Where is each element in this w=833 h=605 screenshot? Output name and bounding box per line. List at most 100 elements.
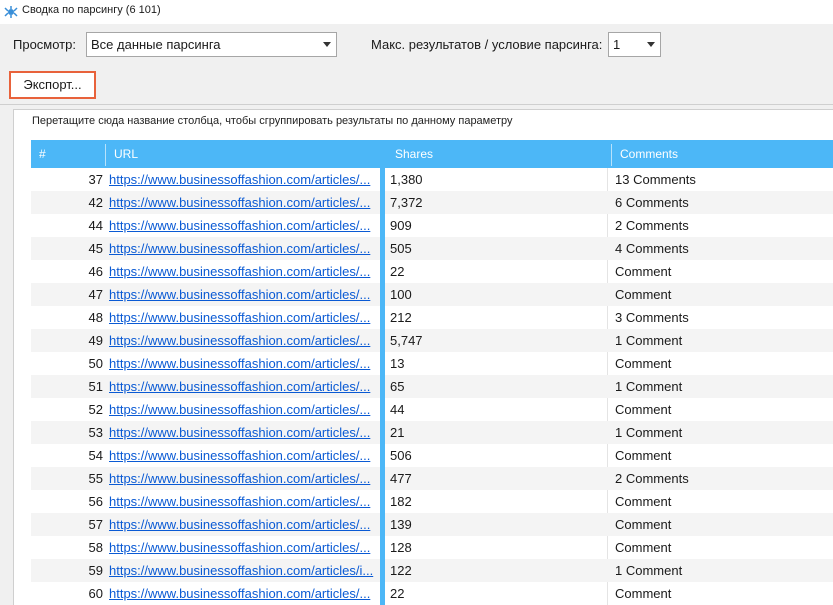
table-row[interactable]: 44 https://www.businessoffashion.com/arti… xyxy=(31,214,833,237)
url-link[interactable]: https://www.businessoffashion.com/articl… xyxy=(109,379,379,394)
comments-value: Comment xyxy=(615,494,672,509)
url-link[interactable]: https://www.businessoffashion.com/articl… xyxy=(109,264,379,279)
url-link[interactable]: https://www.businessoffashion.com/articl… xyxy=(109,563,379,578)
url-link[interactable]: https://www.businessoffashion.com/articl… xyxy=(109,172,379,187)
shares-value: 505 xyxy=(390,241,412,256)
url-link[interactable]: https://www.businessoffashion.com/articl… xyxy=(109,517,379,532)
url-link[interactable]: https://www.businessoffashion.com/articl… xyxy=(109,402,379,417)
table-row[interactable]: 54 https://www.businessoffashion.com/arti… xyxy=(31,444,833,467)
row-number: 47 xyxy=(88,287,103,302)
url-link[interactable]: https://www.businessoffashion.com/articl… xyxy=(109,310,379,325)
row-number: 58 xyxy=(88,540,103,555)
title-bar: Сводка по парсингу (6 101) xyxy=(0,0,833,24)
window-title: Сводка по парсингу (6 101) xyxy=(22,4,161,16)
toolbar-divider xyxy=(0,104,833,105)
table-row[interactable]: 51 https://www.businessoffashion.com/arti… xyxy=(31,375,833,398)
url-link[interactable]: https://www.businessoffashion.com/articl… xyxy=(109,333,379,348)
table-row[interactable]: 47 https://www.businessoffashion.com/arti… xyxy=(31,283,833,306)
url-link[interactable]: https://www.businessoffashion.com/articl… xyxy=(109,287,379,302)
comments-value: 1 Comment xyxy=(615,425,683,440)
comments-value: 2 Comments xyxy=(615,218,689,233)
table-row[interactable]: 42 https://www.businessoffashion.com/arti… xyxy=(31,191,833,214)
column-header-number[interactable]: # xyxy=(39,140,46,168)
table-row[interactable]: 50 https://www.businessoffashion.com/arti… xyxy=(31,352,833,375)
table-row[interactable]: 55 https://www.businessoffashion.com/arti… xyxy=(31,467,833,490)
shares-value: 139 xyxy=(390,517,412,532)
comments-value: 1 Comment xyxy=(615,379,683,394)
comments-value: 3 Comments xyxy=(615,310,689,325)
row-number: 42 xyxy=(88,195,103,210)
url-link[interactable]: https://www.businessoffashion.com/articl… xyxy=(109,494,379,509)
comments-value: 1 Comment xyxy=(615,563,683,578)
row-number: 60 xyxy=(88,586,103,601)
table-row[interactable]: 52 https://www.businessoffashion.com/arti… xyxy=(31,398,833,421)
view-select-value: Все данные парсинга xyxy=(91,37,221,52)
app-logo-icon xyxy=(4,6,18,18)
comments-value: Comment xyxy=(615,264,672,279)
comments-value: Comment xyxy=(615,448,672,463)
comments-value: 2 Comments xyxy=(615,471,689,486)
table-row[interactable]: 49 https://www.businessoffashion.com/arti… xyxy=(31,329,833,352)
row-number: 56 xyxy=(88,494,103,509)
shares-value: 5,747 xyxy=(390,333,423,348)
shares-value: 65 xyxy=(390,379,405,394)
table-row[interactable]: 60 https://www.businessoffashion.com/arti… xyxy=(31,582,833,605)
table-row[interactable]: 56 https://www.businessoffashion.com/arti… xyxy=(31,490,833,513)
shares-value: 100 xyxy=(390,287,412,302)
comments-value: Comment xyxy=(615,540,672,555)
shares-value: 122 xyxy=(390,563,412,578)
table-row[interactable]: 48 https://www.businessoffashion.com/arti… xyxy=(31,306,833,329)
shares-value: 909 xyxy=(390,218,412,233)
comments-value: 4 Comments xyxy=(615,241,689,256)
max-results-select[interactable]: 1 xyxy=(608,32,661,57)
shares-value: 128 xyxy=(390,540,412,555)
url-link[interactable]: https://www.businessoffashion.com/articl… xyxy=(109,195,379,210)
shares-value: 506 xyxy=(390,448,412,463)
url-link[interactable]: https://www.businessoffashion.com/articl… xyxy=(109,540,379,555)
shares-value: 13 xyxy=(390,356,405,371)
url-link[interactable]: https://www.businessoffashion.com/articl… xyxy=(109,425,379,440)
view-select[interactable]: Все данные парсинга xyxy=(86,32,337,57)
shares-value: 44 xyxy=(390,402,405,417)
table-row[interactable]: 58 https://www.businessoffashion.com/arti… xyxy=(31,536,833,559)
table-row[interactable]: 53 https://www.businessoffashion.com/arti… xyxy=(31,421,833,444)
group-by-hint[interactable]: Перетащите сюда название столбца, чтобы … xyxy=(32,115,513,127)
row-number: 51 xyxy=(88,379,103,394)
url-link[interactable]: https://www.businessoffashion.com/articl… xyxy=(109,471,379,486)
comments-value: 6 Comments xyxy=(615,195,689,210)
shares-value: 21 xyxy=(390,425,405,440)
table-row[interactable]: 37 https://www.businessoffashion.com/arti… xyxy=(31,168,833,191)
table-row[interactable]: 46 https://www.businessoffashion.com/arti… xyxy=(31,260,833,283)
row-number: 48 xyxy=(88,310,103,325)
row-number: 45 xyxy=(88,241,103,256)
row-number: 54 xyxy=(88,448,103,463)
shares-value: 7,372 xyxy=(390,195,423,210)
shares-value: 212 xyxy=(390,310,412,325)
row-number: 37 xyxy=(88,172,103,187)
column-header-shares[interactable]: Shares xyxy=(395,140,433,168)
url-link[interactable]: https://www.businessoffashion.com/articl… xyxy=(109,241,379,256)
row-number: 46 xyxy=(88,264,103,279)
column-header-url[interactable]: URL xyxy=(114,140,138,168)
url-link[interactable]: https://www.businessoffashion.com/articl… xyxy=(109,218,379,233)
grid-body: 37 https://www.businessoffashion.com/arti… xyxy=(31,168,833,605)
shares-value: 22 xyxy=(390,586,405,601)
url-link[interactable]: https://www.businessoffashion.com/articl… xyxy=(109,448,379,463)
view-label: Просмотр: xyxy=(13,37,76,52)
url-link[interactable]: https://www.businessoffashion.com/articl… xyxy=(109,586,379,601)
column-header-comments[interactable]: Comments xyxy=(620,140,678,168)
row-number: 49 xyxy=(88,333,103,348)
chevron-down-icon xyxy=(323,42,331,47)
comments-value: Comment xyxy=(615,287,672,302)
table-row[interactable]: 59 https://www.businessoffashion.com/arti… xyxy=(31,559,833,582)
column-resize-bar[interactable] xyxy=(380,140,385,605)
shares-value: 1,380 xyxy=(390,172,423,187)
comments-value: Comment xyxy=(615,586,672,601)
grid-header: # URL Shares Comments xyxy=(31,140,833,168)
table-row[interactable]: 57 https://www.businessoffashion.com/arti… xyxy=(31,513,833,536)
export-button[interactable]: Экспорт... xyxy=(9,71,96,99)
shares-value: 182 xyxy=(390,494,412,509)
table-row[interactable]: 45 https://www.businessoffashion.com/arti… xyxy=(31,237,833,260)
url-link[interactable]: https://www.businessoffashion.com/articl… xyxy=(109,356,379,371)
column-divider xyxy=(105,144,106,166)
